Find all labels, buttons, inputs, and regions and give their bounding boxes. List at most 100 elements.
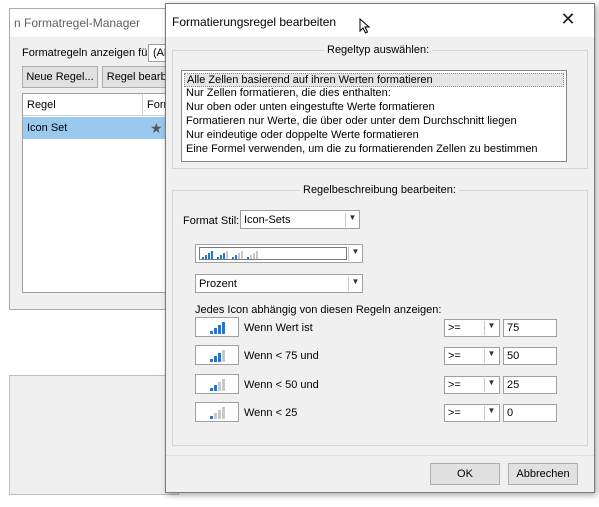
close-icon[interactable]: ✕ — [558, 10, 578, 30]
signal-bar — [210, 331, 213, 334]
operator-value: >= — [448, 407, 461, 419]
signal-bar — [232, 257, 234, 259]
signal-bar — [222, 407, 225, 419]
signal-bar — [218, 410, 221, 419]
show-rules-label: Formatregeln anzeigen für: — [22, 47, 155, 59]
rules-manager-window: n Formatregel-Manager Formatregeln anzei… — [9, 8, 188, 310]
new-rule-button[interactable]: Neue Regel... — [22, 66, 98, 88]
star-icon: ★ — [150, 120, 163, 136]
chevron-down-icon: ▼ — [484, 378, 498, 392]
chevron-down-icon: ▼ — [484, 349, 498, 363]
rule-condition-label: Wenn < 50 und — [244, 379, 319, 391]
chevron-down-icon: ▼ — [484, 321, 498, 335]
format-style-select[interactable]: Icon-Sets ▼ — [240, 210, 360, 229]
show-icons-label: Jedes Icon abhängig von diesen Regeln an… — [195, 304, 442, 316]
signal-bar — [253, 253, 255, 259]
dialog-titlebar: Formatierungsregel bearbeiten ✕ — [166, 4, 594, 37]
signal-bar — [214, 385, 217, 391]
list-item[interactable]: Alle Zellen basierend auf ihren Werten f… — [184, 73, 564, 87]
icon-picker[interactable] — [195, 345, 239, 365]
list-item[interactable]: Nur Zellen formatieren, die dies enthalt… — [184, 87, 564, 101]
dialog-title: Formatierungsregel bearbeiten — [172, 15, 337, 29]
signal-bar — [222, 350, 225, 362]
signal-bar — [226, 251, 228, 259]
rule-condition-label: Wenn < 75 und — [244, 350, 319, 362]
signal-3-bars-icon — [210, 350, 225, 362]
signal-bar — [218, 353, 221, 362]
list-item[interactable]: Formatieren nur Werte, die über oder unt… — [184, 115, 564, 129]
signal-bar — [247, 257, 249, 259]
signal-bar — [210, 388, 213, 391]
operator-select[interactable]: >= ▼ — [444, 404, 500, 422]
rules-table: Regel Form Icon Set ★ — [22, 93, 181, 293]
rule-name-cell: Icon Set — [27, 122, 68, 134]
icon-style-select[interactable]: ▼ — [195, 244, 363, 263]
icon-style-preview — [199, 247, 347, 260]
signal-bar — [220, 255, 222, 259]
signal-bar — [211, 251, 213, 259]
footer-divider — [166, 455, 594, 456]
signal-bar — [222, 379, 225, 391]
threshold-input[interactable]: 50 — [503, 347, 557, 365]
signal-bar — [208, 253, 210, 259]
rules-manager-title: n Formatregel-Manager — [14, 16, 141, 30]
threshold-input[interactable]: 75 — [503, 319, 557, 337]
signal-bar — [241, 251, 243, 259]
signal-bar — [222, 322, 225, 334]
signal-bar — [202, 257, 204, 259]
ok-button[interactable]: OK — [430, 463, 500, 485]
signal-bar — [256, 251, 258, 259]
chevron-down-icon: ▼ — [345, 213, 359, 227]
signal-bar — [250, 255, 252, 259]
icon-picker[interactable] — [195, 374, 239, 394]
threshold-input[interactable]: 0 — [503, 404, 557, 422]
signal-bar — [214, 328, 217, 334]
signal-bar — [218, 382, 221, 391]
signal-2-bars-icon — [210, 379, 225, 391]
cancel-button[interactable]: Abbrechen — [508, 463, 578, 485]
list-item[interactable]: Nur oben oder unten eingestufte Werte fo… — [184, 101, 564, 115]
signal-bar — [218, 325, 221, 334]
icon-picker[interactable] — [195, 317, 239, 337]
icon-picker[interactable] — [195, 402, 239, 422]
rules-manager-titlebar: n Formatregel-Manager — [10, 9, 180, 37]
format-style-label: Format Stil: — [183, 215, 240, 227]
chevron-down-icon: ▼ — [348, 247, 362, 261]
background-window-lower — [9, 375, 179, 495]
operator-select[interactable]: >= ▼ — [444, 347, 500, 365]
rule-type-list[interactable]: Alle Zellen basierend auf ihren Werten f… — [181, 70, 567, 162]
list-item[interactable]: Nur eindeutige oder doppelte Werte forma… — [184, 129, 564, 143]
value-type-value: Prozent — [199, 278, 237, 290]
column-header-rule[interactable]: Regel — [23, 94, 143, 116]
signal-bar — [210, 359, 213, 362]
threshold-input[interactable]: 25 — [503, 376, 557, 394]
signal-bar — [238, 253, 240, 259]
signal-bars-icon — [202, 251, 258, 259]
signal-1-bar-icon — [210, 407, 225, 419]
rule-condition-label: Wenn < 25 — [244, 407, 298, 419]
mouse-cursor-icon — [359, 18, 371, 34]
operator-value: >= — [448, 379, 461, 391]
operator-select[interactable]: >= ▼ — [444, 319, 500, 337]
edit-format-rule-dialog: Formatierungsregel bearbeiten ✕ Regeltyp… — [165, 3, 595, 493]
signal-bar — [210, 416, 213, 419]
format-style-value: Icon-Sets — [244, 214, 291, 226]
table-row[interactable]: Icon Set ★ — [23, 117, 181, 139]
chevron-down-icon: ▼ — [348, 277, 362, 291]
rule-condition-label: Wenn Wert ist — [244, 322, 313, 334]
value-type-select[interactable]: Prozent ▼ — [195, 274, 363, 293]
signal-bar — [223, 253, 225, 259]
chevron-down-icon: ▼ — [484, 406, 498, 420]
operator-value: >= — [448, 322, 461, 334]
signal-bar — [217, 257, 219, 259]
signal-bar — [205, 255, 207, 259]
rule-description-group-title: Regelbeschreibung bearbeiten: — [300, 184, 459, 196]
rule-type-group-title: Regeltyp auswählen: — [324, 44, 433, 56]
signal-4-bars-icon — [210, 322, 225, 334]
operator-value: >= — [448, 350, 461, 362]
operator-select[interactable]: >= ▼ — [444, 376, 500, 394]
signal-bar — [214, 356, 217, 362]
desktop-edge — [0, 0, 9, 507]
signal-bar — [235, 255, 237, 259]
list-item[interactable]: Eine Formel verwenden, um die zu formati… — [184, 143, 564, 157]
